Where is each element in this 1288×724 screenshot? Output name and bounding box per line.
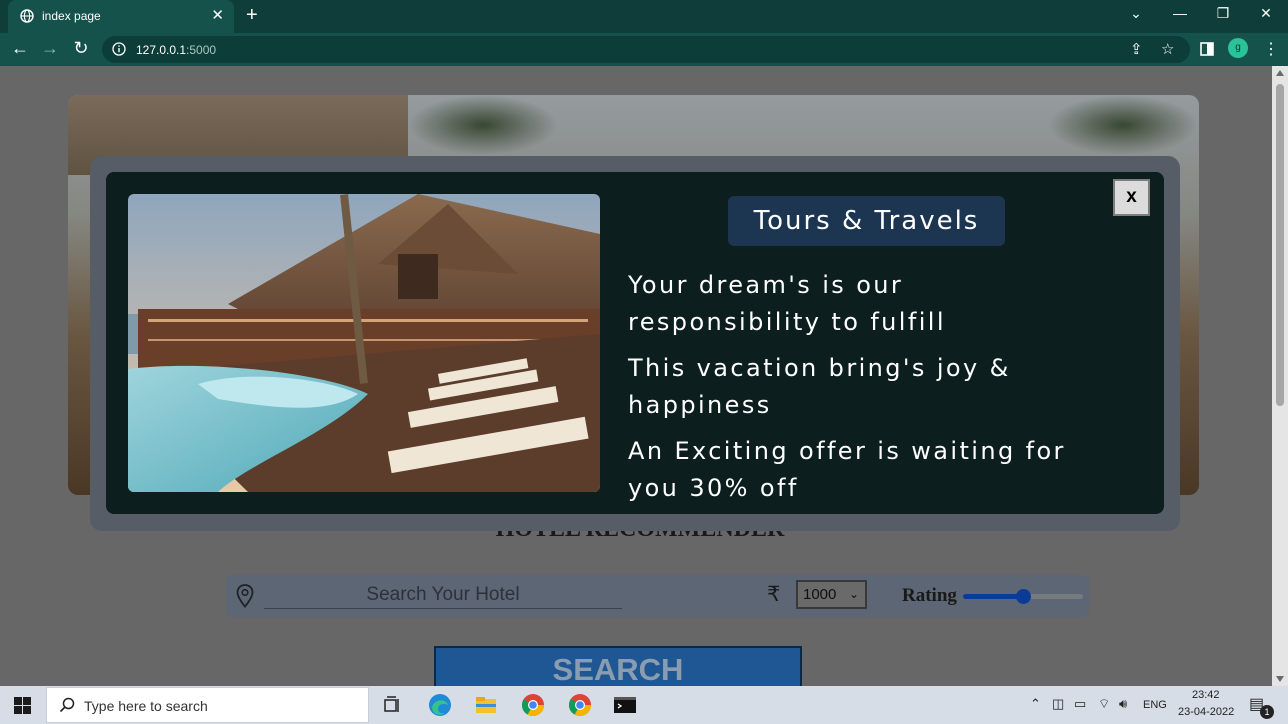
reload-icon[interactable]: ↻ xyxy=(70,38,92,59)
address-bar[interactable]: 127.0.0.1:5000 ⇪ ☆ xyxy=(102,36,1190,63)
scroll-down-arrow-icon[interactable] xyxy=(1276,676,1284,682)
tab-index-page[interactable]: index page ✕ xyxy=(8,0,234,33)
star-icon[interactable]: ☆ xyxy=(1161,40,1174,58)
popup-text-line: happiness xyxy=(628,391,772,419)
notification-badge: 1 xyxy=(1260,705,1274,719)
battery-icon[interactable]: ▭ xyxy=(1074,696,1086,712)
restore-button[interactable]: ❐ xyxy=(1213,5,1233,22)
share-icon[interactable]: ⇪ xyxy=(1130,40,1143,58)
profile-avatar[interactable]: g xyxy=(1228,38,1248,58)
popup-text-line: responsibility to fulfill xyxy=(628,308,946,336)
tab-search-button[interactable]: ⌄ xyxy=(1126,5,1146,22)
clock-time[interactable]: 23:42 xyxy=(1192,689,1220,701)
search-icon xyxy=(59,697,75,713)
chrome-icon[interactable] xyxy=(566,691,594,719)
file-explorer-icon[interactable] xyxy=(472,691,500,719)
close-window-button[interactable]: ✕ xyxy=(1256,5,1276,22)
scroll-up-arrow-icon[interactable] xyxy=(1276,70,1284,76)
tab-title: index page xyxy=(42,9,101,23)
popup-text-line: This vacation bring's joy & xyxy=(628,354,1011,382)
forward-arrow-icon[interactable]: → xyxy=(39,38,61,59)
popup-text-line: An Exciting offer is waiting for xyxy=(628,437,1066,465)
wifi-icon[interactable]: ⌔ xyxy=(1098,696,1110,712)
chevron-up-icon[interactable]: ⌃ xyxy=(1030,696,1041,712)
info-icon[interactable] xyxy=(112,42,126,56)
scrollbar-thumb[interactable] xyxy=(1276,84,1284,406)
taskbar-search-box[interactable]: Type here to search xyxy=(46,687,369,723)
windows-taskbar: Type here to search ⌃ ◫ ▭ ⌔ 🔊︎ ENG 23:42… xyxy=(0,686,1288,724)
sidepanel-icon[interactable] xyxy=(1200,42,1214,56)
globe-icon xyxy=(20,9,34,23)
tab-strip: index page ✕ + ⌄ — ❐ ✕ xyxy=(0,0,1288,33)
popup-text-line: Your dream's is our xyxy=(628,271,904,299)
language-indicator[interactable]: ENG xyxy=(1143,699,1167,711)
meet-now-icon[interactable]: ◫ xyxy=(1052,696,1064,712)
promo-modal: x Tours & Travels Your dream's is our re… xyxy=(106,172,1164,514)
volume-icon[interactable]: 🔊︎ xyxy=(1119,696,1127,712)
close-modal-button[interactable]: x xyxy=(1113,179,1150,216)
new-tab-button[interactable]: + xyxy=(246,4,258,27)
promo-modal-frame: x Tours & Travels Your dream's is our re… xyxy=(90,156,1180,531)
popup-title: Tours & Travels xyxy=(728,196,1005,246)
windows-start-icon[interactable] xyxy=(14,697,31,714)
browser-toolbar: ← → ↻ 127.0.0.1:5000 ⇪ ☆ xyxy=(0,33,1288,66)
url-text: 127.0.0.1:5000 xyxy=(136,43,217,57)
task-view-icon[interactable] xyxy=(378,691,406,719)
page-scrollbar[interactable] xyxy=(1272,66,1288,686)
edge-icon[interactable] xyxy=(426,691,454,719)
popup-text-line: you 30% off xyxy=(628,474,799,502)
kebab-menu-icon[interactable]: ⋮ xyxy=(1263,39,1279,59)
taskbar-search-placeholder: Type here to search xyxy=(84,698,208,714)
chrome-icon[interactable] xyxy=(519,691,547,719)
back-arrow-icon[interactable]: ← xyxy=(9,38,31,59)
tab-close-icon[interactable]: ✕ xyxy=(211,6,224,24)
minimize-button[interactable]: — xyxy=(1170,5,1190,21)
resort-pool-image xyxy=(128,194,600,492)
clock-date[interactable]: 23-04-2022 xyxy=(1178,706,1234,718)
terminal-icon[interactable] xyxy=(611,691,639,719)
